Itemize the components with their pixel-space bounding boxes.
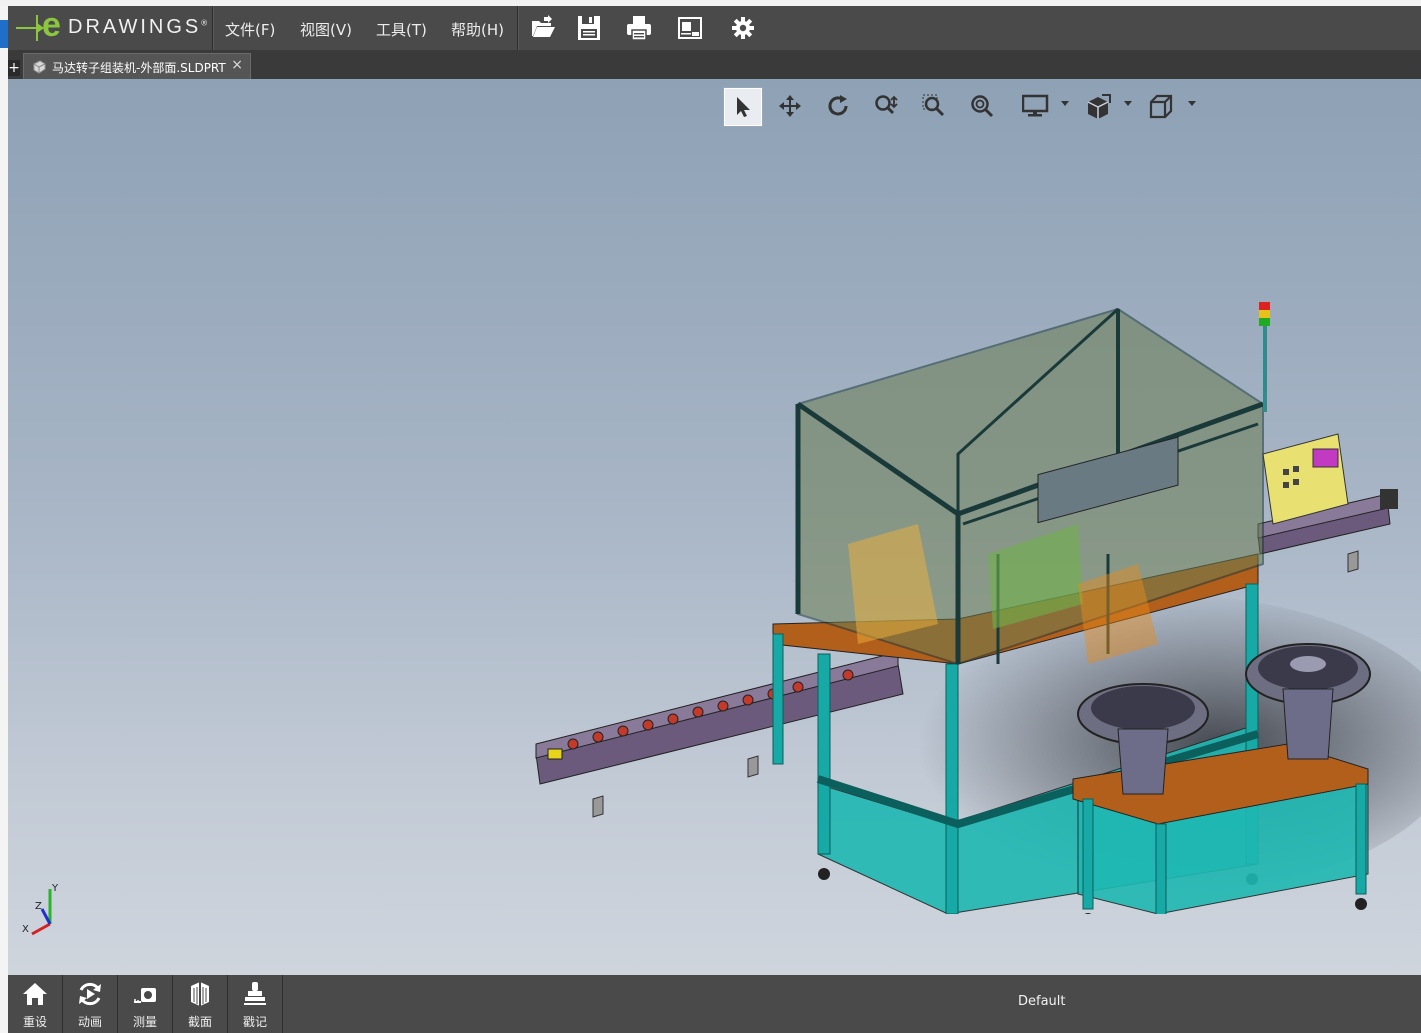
window-left-edge (0, 6, 8, 1033)
edrawings-logo: e DRAWINGS® (14, 6, 210, 44)
bottom-toolbar: 重设 动画 测量 截面 戳记 Default (8, 975, 1421, 1033)
triad-x-label: X (22, 924, 29, 935)
animate-button-label: 动画 (77, 1015, 102, 1029)
logo-arrow-icon (16, 23, 44, 33)
animate-icon (79, 982, 101, 1006)
select-icon[interactable] (723, 87, 763, 127)
stamp-icon (244, 982, 266, 1005)
stamp-button-label: 戳记 (242, 1015, 267, 1029)
zoom-to-area-icon[interactable] (915, 87, 953, 125)
save-icon[interactable] (575, 14, 603, 42)
document-tab-bar: + 马达转子组装机-外部面.SLDPRT × (8, 50, 1421, 80)
menubar-separator (517, 6, 519, 50)
add-tab-button[interactable]: + (8, 60, 20, 76)
logo-registered-mark: ® (201, 18, 208, 28)
configuration-status: Default (1018, 994, 1066, 1009)
animate-button[interactable]: 动画 (63, 975, 118, 1033)
home-icon (23, 983, 47, 1005)
section-button-label: 截面 (187, 1015, 212, 1029)
edrawings-window: e DRAWINGS® 文件(F) 视图(V) 工具(T) 帮助(H) + 马达… (8, 6, 1421, 1033)
menu-view[interactable]: 视图(V) (300, 19, 352, 40)
logo-word: DRAWINGS® (68, 16, 207, 39)
menu-tools[interactable]: 工具(T) (376, 19, 427, 40)
section-button[interactable]: 截面 (173, 975, 228, 1033)
display-style-icon[interactable] (1015, 87, 1053, 125)
measure-button[interactable]: 测量 (118, 975, 173, 1033)
control-panel (1259, 302, 1349, 525)
sheet-icon[interactable] (676, 14, 704, 42)
logo-word-text: DRAWINGS (68, 16, 202, 38)
rotate-icon[interactable] (819, 87, 857, 125)
menu-help[interactable]: 帮助(H) (451, 19, 504, 40)
open-icon[interactable] (529, 14, 557, 42)
standard-view-caret-icon[interactable] (1188, 101, 1196, 107)
print-icon[interactable] (625, 14, 653, 42)
triad-y-label: Y (51, 883, 59, 894)
motor-rotor-assembly-machine-model[interactable] (518, 224, 1421, 914)
view-orientation-icon[interactable] (1077, 87, 1115, 125)
coordinate-triad: Y X Z (22, 883, 59, 936)
measure-icon (134, 988, 156, 1003)
reset-button-label: 重设 (22, 1015, 47, 1029)
standard-view-icon[interactable] (1141, 87, 1179, 125)
menubar-separator (212, 6, 214, 50)
section-icon (191, 982, 209, 1006)
taskbar-blue-marker (0, 20, 8, 48)
zoom-icon[interactable] (867, 87, 905, 125)
view-orientation-caret-icon[interactable] (1124, 101, 1132, 107)
menu-file[interactable]: 文件(F) (225, 19, 275, 40)
logo-bar (36, 15, 38, 41)
triad-z-label: Z (35, 901, 42, 912)
pan-icon[interactable] (771, 87, 809, 125)
logo-letter: e (42, 6, 61, 44)
3d-viewport[interactable]: Y X Z (8, 79, 1421, 975)
document-tab[interactable]: 马达转子组装机-外部面.SLDPRT × (23, 53, 251, 80)
measure-button-label: 测量 (132, 1015, 157, 1029)
part-file-icon (32, 59, 46, 74)
menubar: e DRAWINGS® 文件(F) 视图(V) 工具(T) 帮助(H) (8, 6, 1421, 50)
stamp-button[interactable]: 戳记 (228, 975, 283, 1033)
reset-button[interactable]: 重设 (8, 975, 63, 1033)
settings-icon[interactable] (729, 14, 757, 42)
zoom-to-fit-icon[interactable] (963, 87, 1001, 125)
document-tab-label: 马达转子组装机-外部面.SLDPRT (52, 61, 226, 75)
close-tab-icon[interactable]: × (231, 57, 243, 73)
display-style-caret-icon[interactable] (1061, 101, 1069, 107)
